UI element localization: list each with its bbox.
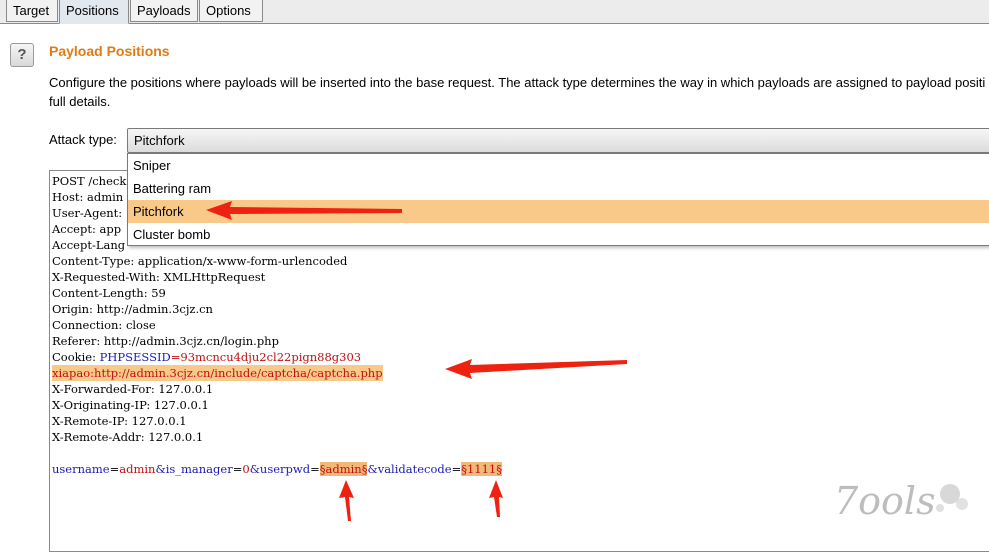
arrow-xiapao	[445, 359, 627, 379]
arrow-pitchfork	[206, 201, 402, 220]
arrow-payload-2	[489, 480, 503, 517]
annotation-arrows	[206, 201, 627, 521]
arrow-payload-1	[339, 480, 354, 521]
